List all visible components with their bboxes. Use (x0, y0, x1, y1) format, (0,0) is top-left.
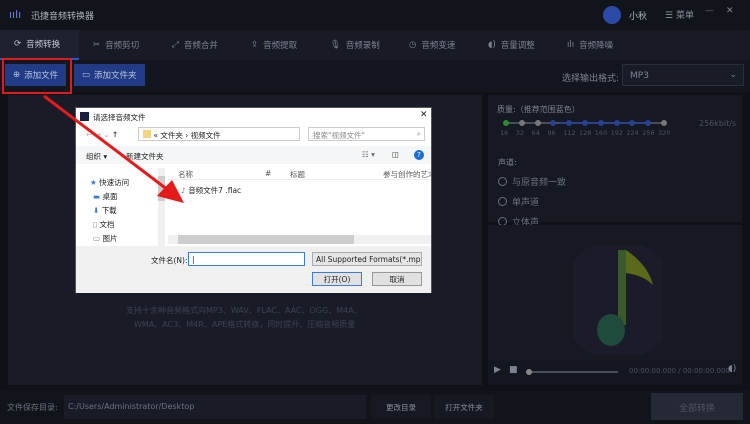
annotation-arrow (43, 94, 184, 203)
